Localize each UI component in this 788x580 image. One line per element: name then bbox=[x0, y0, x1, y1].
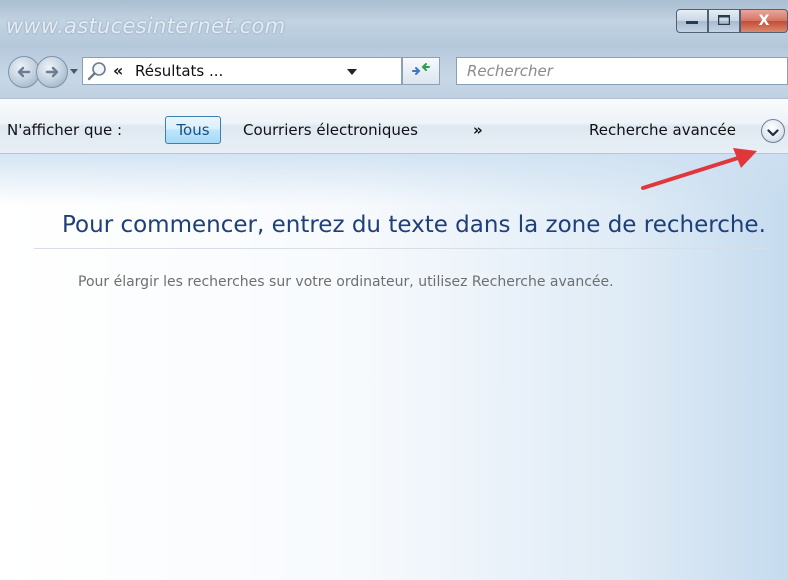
red-arrow-icon bbox=[641, 148, 757, 190]
search-window: www.astucesinternet.com X « Résultats ..… bbox=[0, 0, 788, 580]
